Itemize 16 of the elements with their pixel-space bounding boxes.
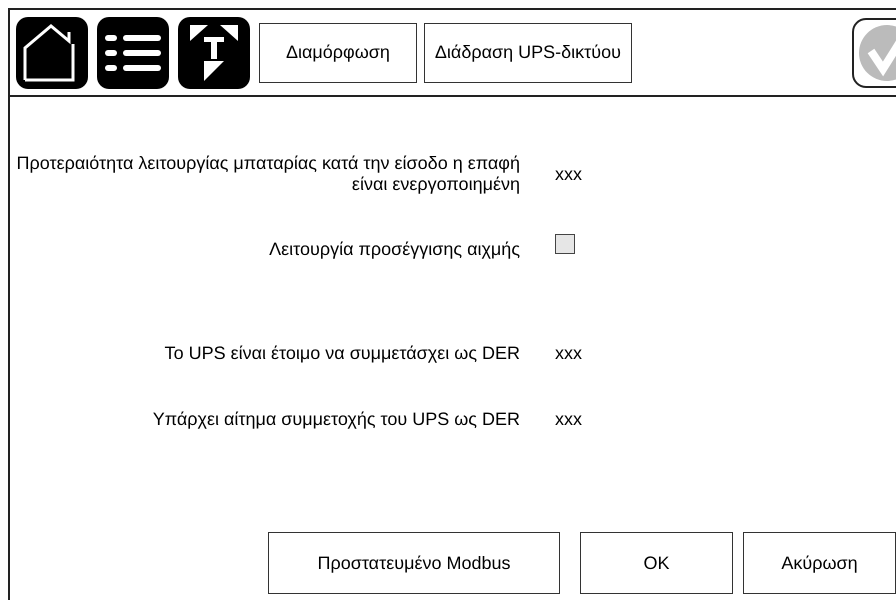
setting-value: xxx xyxy=(555,164,582,184)
setting-label: Προτεραιότητα λειτουργίας μπαταρίας κατά την είσοδο η επαφή είναι ενεργοποιημένη xyxy=(15,153,520,195)
setting-label: Υπάρχει αίτημα συμμετοχής του UPS ως DER xyxy=(152,408,520,430)
tab[interactable]: Διαμόρφωση xyxy=(259,22,417,82)
transfer-icon[interactable] xyxy=(178,16,250,88)
action-button[interactable]: OK xyxy=(580,532,733,594)
checkbox[interactable] xyxy=(555,234,575,254)
setting-value: xxx xyxy=(555,342,582,364)
setting-value: xxx xyxy=(555,408,582,430)
action-button[interactable]: Προστατευμένο Modbus xyxy=(268,532,560,594)
action-button[interactable]: Ακύρωση xyxy=(743,532,896,594)
tab[interactable]: Διάδραση UPS-δικτύου xyxy=(424,22,632,82)
setting-label: Λειτουργία προσέγγισης αιχμής xyxy=(268,238,520,260)
setting-label: Το UPS είναι έτοιμο να συμμετάσχει ως DER xyxy=(164,342,520,364)
home-icon[interactable] xyxy=(16,16,88,88)
list-icon[interactable] xyxy=(97,16,169,88)
